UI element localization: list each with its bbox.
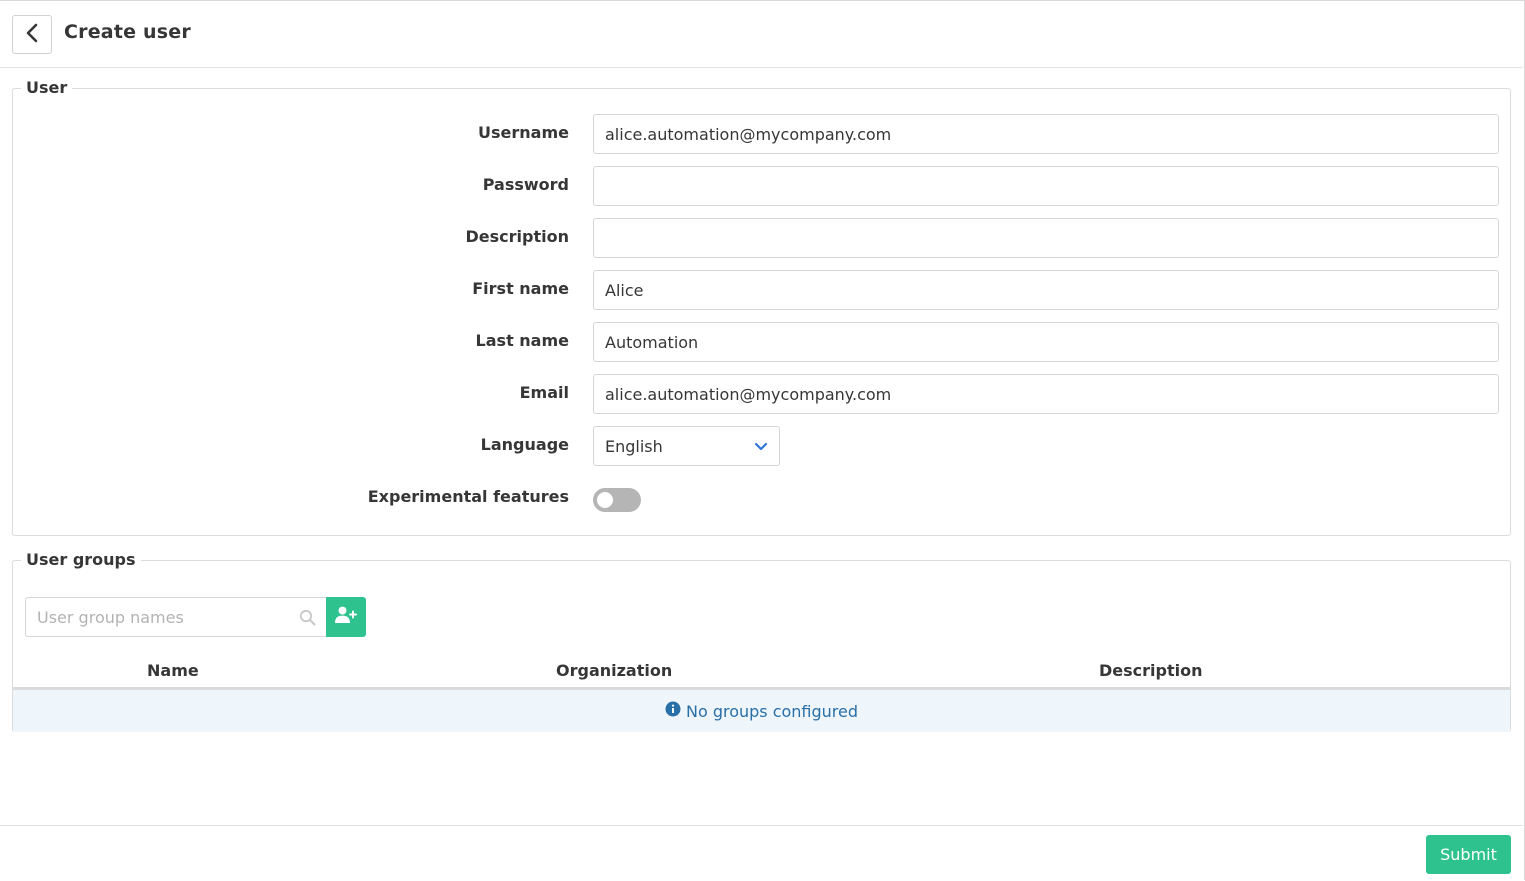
last-name-input[interactable] [593,322,1499,362]
experimental-row: Experimental features [13,478,1512,518]
user-groups-fieldset: User groups Name Organization Descriptio… [12,550,1511,732]
last-name-label: Last name [475,331,569,350]
description-row: Description [13,218,1512,258]
description-input[interactable] [593,218,1499,258]
page-header: Create user [0,1,1523,68]
language-select-value: English [605,436,663,456]
user-legend: User [21,78,73,97]
email-input[interactable] [593,374,1499,414]
chevron-down-icon [754,437,768,456]
experimental-label: Experimental features [367,487,569,506]
password-input[interactable] [593,166,1499,206]
username-input[interactable] [593,114,1499,154]
add-group-button[interactable] [326,597,366,637]
empty-groups-row: No groups configured [13,690,1510,732]
username-label: Username [478,123,569,142]
password-row: Password [13,166,1512,206]
column-header-description[interactable]: Description [1099,661,1202,680]
language-row: Language English [13,426,1512,466]
group-search [25,597,326,637]
last-name-row: Last name [13,322,1512,362]
password-label: Password [482,175,569,194]
user-plus-icon [335,606,357,628]
first-name-label: First name [472,279,569,298]
column-header-organization[interactable]: Organization [556,661,672,680]
first-name-input[interactable] [593,270,1499,310]
info-icon [665,701,681,721]
experimental-features-toggle[interactable] [593,488,641,512]
group-search-input[interactable] [26,598,296,636]
toggle-knob [597,492,613,508]
username-row: Username [13,114,1512,154]
submit-button[interactable]: Submit [1426,835,1511,874]
description-label: Description [465,227,569,246]
user-groups-legend: User groups [21,550,141,569]
page-footer: Submit [0,825,1523,881]
search-icon [299,609,316,630]
language-select[interactable]: English [593,426,780,466]
email-label: Email [519,383,569,402]
column-header-name[interactable]: Name [147,661,199,680]
email-row: Email [13,374,1512,414]
back-button[interactable] [12,15,52,54]
user-fieldset: User Username Password Description First… [12,78,1512,536]
chevron-left-icon [25,23,39,47]
page-title: Create user [64,21,191,43]
language-label: Language [480,435,569,454]
empty-groups-message: No groups configured [685,701,859,721]
create-user-page: Create user User Username Password Descr… [0,0,1525,880]
first-name-row: First name [13,270,1512,310]
